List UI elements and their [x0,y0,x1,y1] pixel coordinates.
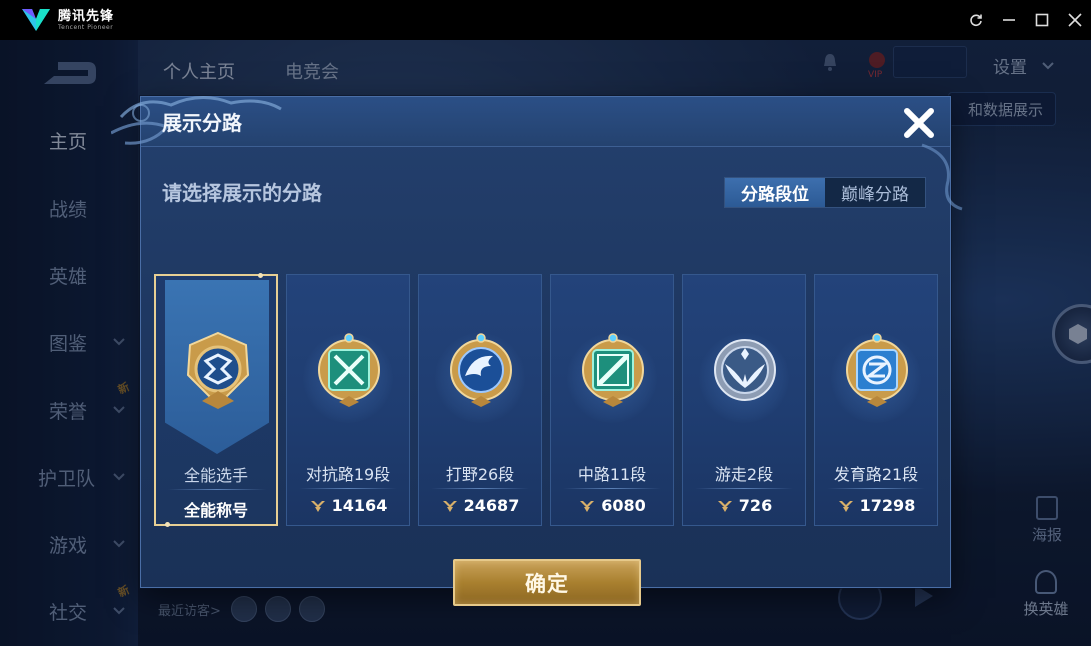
mid-lane-emblem-icon [582,333,644,407]
divider [168,489,266,490]
corner-dot [165,522,170,527]
power-icon [838,500,853,512]
lane-display-dialog: 展示分路 请选择展示的分路 分路段位 巅峰分路 全能选手 全能称号 对抗路19段… [111,96,963,606]
maximize-button[interactable] [1025,0,1058,40]
lane-card-label: 发育路21段 [833,465,919,484]
tencent-pioneer-logo-icon [22,9,50,31]
jungle-emblem-icon [450,333,512,407]
brand-name-en: Tencent Pioneer [58,23,114,31]
lane-card-label: 全能选手 [183,466,248,485]
lane-card-value: 24687 [419,496,541,515]
game-viewport: 主页 战绩 英雄 图鉴 荣誉 新 护卫队 游戏 社交 新 个人主页 电竞会 VI… [0,40,1091,646]
lane-card-all-round[interactable]: 全能选手 全能称号 [154,273,278,527]
lane-card-label: 对抗路19段 [305,465,391,484]
divider [431,488,529,489]
divider [827,488,925,489]
refresh-icon [969,14,982,27]
maximize-icon [1035,13,1048,27]
all-round-emblem-icon [186,331,250,409]
divider [695,488,793,489]
dialog-title: 展示分路 [162,111,242,135]
minimize-icon [1002,19,1015,21]
tab-lane-rank[interactable]: 分路段位 [725,178,825,207]
power-icon [442,500,457,512]
lane-card-value: 726 [683,496,805,515]
lane-type-segmented-control: 分路段位 巅峰分路 [724,177,926,208]
lane-card-label: 中路11段 [577,465,647,484]
dialog-subtitle: 请选择展示的分路 [162,181,322,205]
lane-card-clash[interactable]: 对抗路19段 14164 [286,274,410,526]
lane-card-label: 游走2段 [714,465,774,484]
confirm-button[interactable]: 确定 [453,559,641,606]
close-window-button[interactable] [1058,0,1091,40]
minimize-button[interactable] [992,0,1025,40]
lane-card-farm[interactable]: 发育路21段 17298 [814,274,938,526]
lane-card-label: 打野26段 [445,465,515,484]
emulator-titlebar: 腾讯先锋 Tencent Pioneer [0,0,1091,40]
power-icon [717,500,732,512]
lane-card-value: 17298 [815,496,937,515]
lane-card-mid[interactable]: 中路11段 6080 [550,274,674,526]
close-dialog-button[interactable] [899,103,939,143]
divider [299,488,397,489]
lane-card-value: 全能称号 [183,501,248,520]
power-icon [310,500,325,512]
lane-card-jungle[interactable]: 打野26段 24687 [418,274,542,526]
lane-card-roam[interactable]: 游走2段 726 [682,274,806,526]
roam-emblem-icon [714,339,776,401]
tab-peak-lane[interactable]: 巅峰分路 [825,178,925,207]
lane-card-value: 14164 [287,496,409,515]
emulator-brand: 腾讯先锋 Tencent Pioneer [20,7,114,33]
farm-lane-emblem-icon [846,333,908,407]
corner-dot [258,273,263,278]
brand-name: 腾讯先锋 [58,8,115,24]
lane-card-value: 6080 [551,496,673,515]
close-icon [1067,13,1082,27]
clash-lane-emblem-icon [318,333,380,407]
power-icon [580,500,595,512]
divider [563,488,661,489]
refresh-button[interactable] [959,0,992,40]
